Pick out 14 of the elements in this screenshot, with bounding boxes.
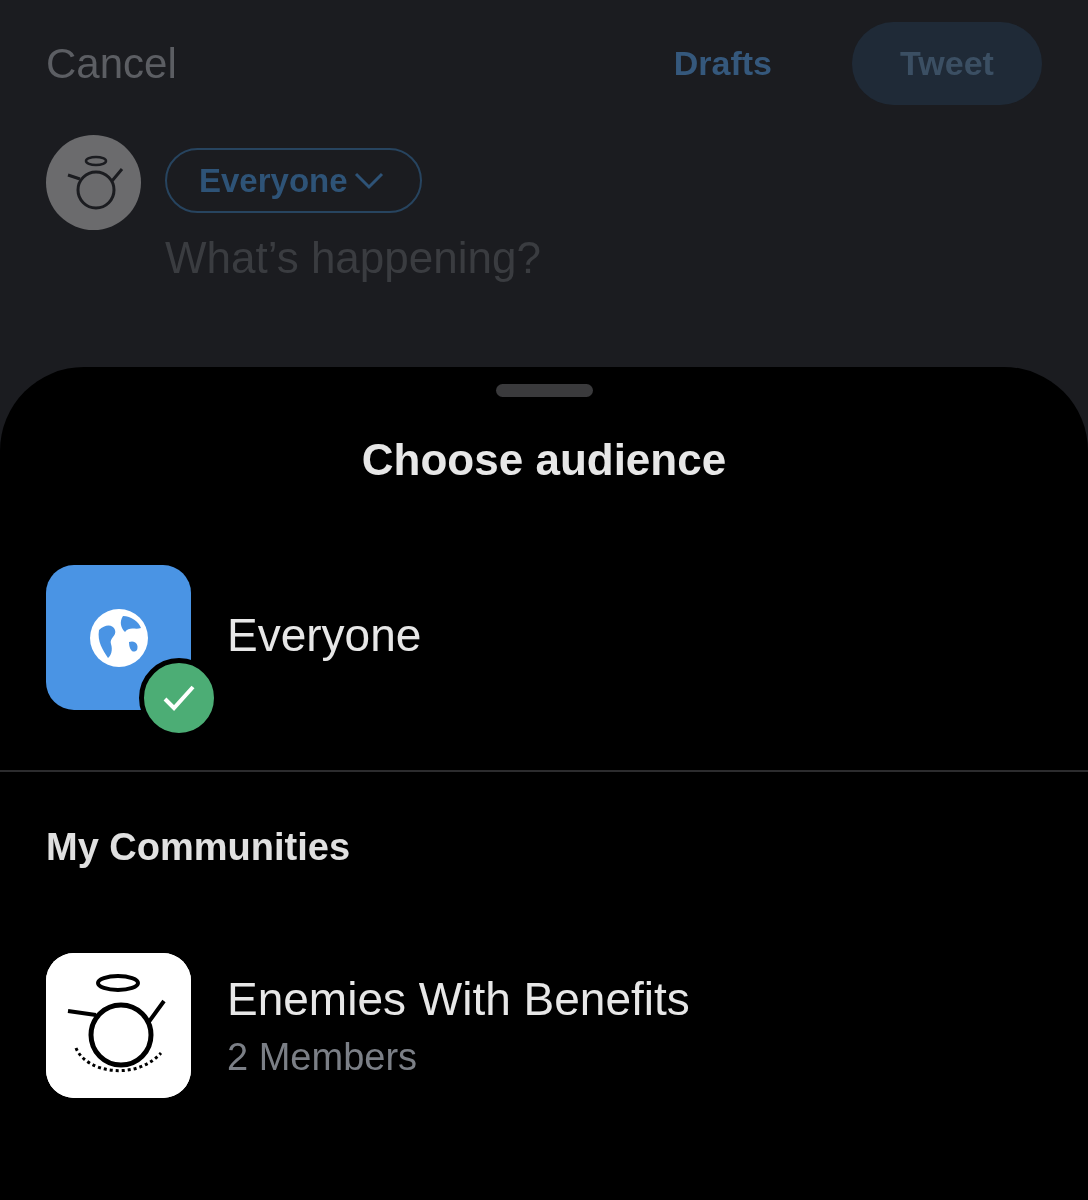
community-name: Enemies With Benefits <box>227 972 690 1026</box>
cancel-link[interactable]: Cancel <box>46 39 177 88</box>
community-option[interactable]: Enemies With Benefits 2 Members <box>0 953 1088 1098</box>
member-count: 2 Members <box>227 1036 419 1079</box>
avatar-icon[interactable] <box>46 135 141 230</box>
option-label: Everyone <box>227 608 422 662</box>
sheet-handle[interactable] <box>495 384 593 397</box>
chevron-down-icon <box>353 171 384 190</box>
sheet-title: Choose audience <box>360 435 728 485</box>
audience-option[interactable]: Everyone <box>0 565 1088 728</box>
audience-dropdown[interactable]: Everyone <box>165 148 422 213</box>
section-title: My Communities <box>46 826 352 869</box>
globe-icon <box>88 607 149 668</box>
drafts-link[interactable]: Drafts <box>673 44 772 83</box>
